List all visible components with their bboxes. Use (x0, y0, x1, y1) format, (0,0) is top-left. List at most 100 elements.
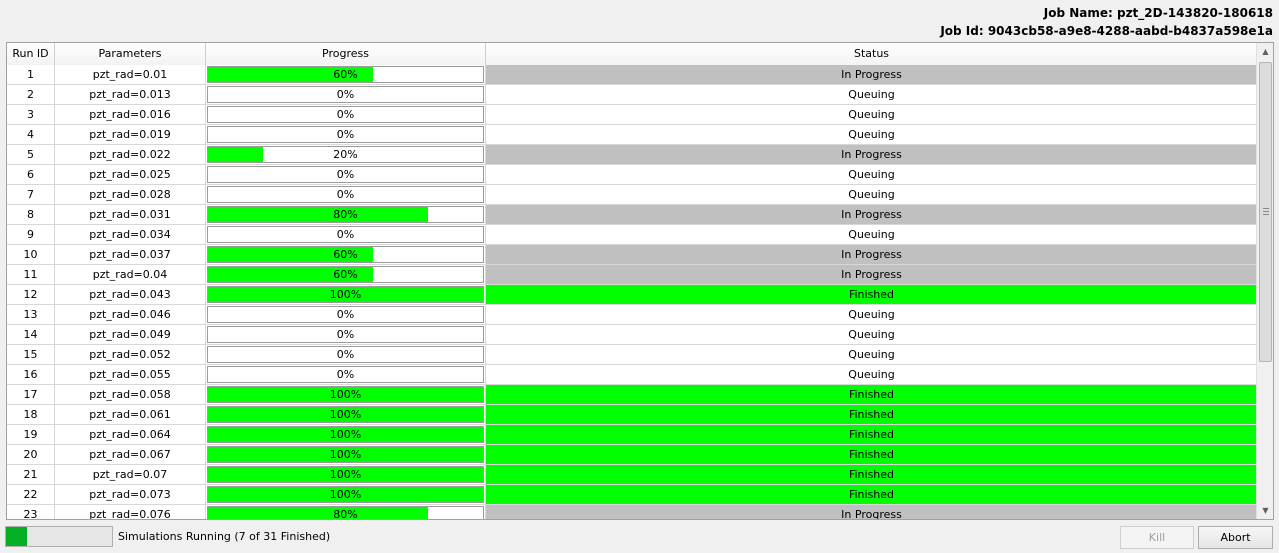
run-id-cell: 9 (7, 225, 55, 245)
run-progress-label: 0% (336, 348, 355, 361)
status-cell: In Progress (486, 265, 1257, 285)
status-cell: Finished (486, 465, 1257, 485)
run-progress-bar: 0% (207, 86, 484, 103)
table-row[interactable]: 9 pzt_rad=0.034 0% Queuing (7, 225, 1257, 245)
footer-bar: Simulations Running (7 of 31 Finished) K… (0, 521, 1279, 553)
run-progress-label: 0% (336, 368, 355, 381)
table-row[interactable]: 4 pzt_rad=0.019 0% Queuing (7, 125, 1257, 145)
run-progress-label: 0% (336, 308, 355, 321)
table-row[interactable]: 3 pzt_rad=0.016 0% Queuing (7, 105, 1257, 125)
kill-simulation-button[interactable]: Kill Simulation (1120, 526, 1194, 553)
run-id-cell: 8 (7, 205, 55, 225)
column-header-parameters[interactable]: Parameters (55, 43, 206, 65)
run-id-cell: 3 (7, 105, 55, 125)
down-arrow-icon[interactable]: ▼ (1257, 502, 1273, 519)
table-row[interactable]: 19 pzt_rad=0.064 100% Finished (7, 425, 1257, 445)
progress-cell: 60% (206, 265, 486, 285)
column-header-run-id[interactable]: Run ID (7, 43, 55, 65)
table-row[interactable]: 2 pzt_rad=0.013 0% Queuing (7, 85, 1257, 105)
parameters-cell: pzt_rad=0.013 (55, 85, 206, 105)
run-progress-label: 60% (333, 68, 358, 81)
run-progress-label: 0% (336, 188, 355, 201)
run-progress-bar: 0% (207, 186, 484, 203)
run-progress-label: 0% (336, 328, 355, 341)
run-progress-bar: 100% (207, 486, 484, 503)
status-cell: Queuing (486, 105, 1257, 125)
status-cell: Finished (486, 405, 1257, 425)
parameters-cell: pzt_rad=0.061 (55, 405, 206, 425)
vertical-scrollbar[interactable]: ▲ ▼ (1256, 43, 1273, 519)
table-row[interactable]: 16 pzt_rad=0.055 0% Queuing (7, 365, 1257, 385)
table-row[interactable]: 12 pzt_rad=0.043 100% Finished (7, 285, 1257, 305)
run-id-cell: 16 (7, 365, 55, 385)
run-progress-label: 100% (329, 428, 362, 441)
status-cell: Queuing (486, 325, 1257, 345)
status-cell: Queuing (486, 125, 1257, 145)
table-row[interactable]: 13 pzt_rad=0.046 0% Queuing (7, 305, 1257, 325)
progress-cell: 0% (206, 345, 486, 365)
run-progress-bar: 0% (207, 326, 484, 343)
table-row[interactable]: 23 pzt_rad=0.076 80% In Progress (7, 505, 1257, 520)
run-id-cell: 4 (7, 125, 55, 145)
parameters-cell: pzt_rad=0.067 (55, 445, 206, 465)
status-cell: In Progress (486, 205, 1257, 225)
table-row[interactable]: 1 pzt_rad=0.01 60% In Progress (7, 65, 1257, 85)
run-id-cell: 15 (7, 345, 55, 365)
table-row[interactable]: 14 pzt_rad=0.049 0% Queuing (7, 325, 1257, 345)
table-row[interactable]: 6 pzt_rad=0.025 0% Queuing (7, 165, 1257, 185)
table-row[interactable]: 22 pzt_rad=0.073 100% Finished (7, 485, 1257, 505)
scrollbar-thumb[interactable] (1259, 62, 1272, 362)
status-cell: Finished (486, 445, 1257, 465)
run-progress-bar: 100% (207, 286, 484, 303)
abort-button[interactable]: Abort (1198, 526, 1273, 549)
table-row[interactable]: 8 pzt_rad=0.031 80% In Progress (7, 205, 1257, 225)
parameters-cell: pzt_rad=0.028 (55, 185, 206, 205)
status-cell: Queuing (486, 345, 1257, 365)
progress-cell: 80% (206, 205, 486, 225)
status-cell: Queuing (486, 365, 1257, 385)
parameters-cell: pzt_rad=0.058 (55, 385, 206, 405)
job-info: Job Name: pzt_2D-143820-180618 Job Id: 9… (940, 4, 1273, 40)
status-cell: Queuing (486, 225, 1257, 245)
run-progress-bar: 100% (207, 406, 484, 423)
progress-cell: 0% (206, 125, 486, 145)
run-progress-bar: 80% (207, 506, 484, 520)
table-row[interactable]: 21 pzt_rad=0.07 100% Finished (7, 465, 1257, 485)
parameters-cell: pzt_rad=0.037 (55, 245, 206, 265)
status-cell: Queuing (486, 185, 1257, 205)
table-row[interactable]: 5 pzt_rad=0.022 20% In Progress (7, 145, 1257, 165)
table-row[interactable]: 10 pzt_rad=0.037 60% In Progress (7, 245, 1257, 265)
status-cell: Finished (486, 485, 1257, 505)
run-progress-bar: 60% (207, 266, 484, 283)
status-cell: In Progress (486, 505, 1257, 519)
run-id-cell: 18 (7, 405, 55, 425)
parameters-cell: pzt_rad=0.055 (55, 365, 206, 385)
table-row[interactable]: 20 pzt_rad=0.067 100% Finished (7, 445, 1257, 465)
parameters-cell: pzt_rad=0.019 (55, 125, 206, 145)
progress-cell: 0% (206, 105, 486, 125)
run-progress-label: 0% (336, 88, 355, 101)
progress-cell: 60% (206, 65, 486, 85)
table-row[interactable]: 18 pzt_rad=0.061 100% Finished (7, 405, 1257, 425)
run-progress-label: 0% (336, 108, 355, 121)
job-id-label: Job Id: 9043cb58-a9e8-4288-aabd-b4837a59… (940, 24, 1273, 38)
table-row[interactable]: 17 pzt_rad=0.058 100% Finished (7, 385, 1257, 405)
run-progress-label: 20% (333, 148, 358, 161)
run-progress-label: 60% (333, 248, 358, 261)
progress-cell: 100% (206, 385, 486, 405)
simulation-monitor-window: Job Name: pzt_2D-143820-180618 Job Id: 9… (0, 0, 1279, 553)
run-id-cell: 7 (7, 185, 55, 205)
run-progress-label: 100% (329, 468, 362, 481)
table-row[interactable]: 7 pzt_rad=0.028 0% Queuing (7, 185, 1257, 205)
parameters-cell: pzt_rad=0.016 (55, 105, 206, 125)
run-id-cell: 21 (7, 465, 55, 485)
parameters-cell: pzt_rad=0.049 (55, 325, 206, 345)
column-header-status[interactable]: Status (486, 43, 1257, 65)
progress-cell: 60% (206, 245, 486, 265)
up-arrow-icon[interactable]: ▲ (1257, 43, 1273, 60)
column-header-progress[interactable]: Progress (206, 43, 486, 65)
run-progress-label: 80% (333, 508, 358, 520)
table-row[interactable]: 11 pzt_rad=0.04 60% In Progress (7, 265, 1257, 285)
table-row[interactable]: 15 pzt_rad=0.052 0% Queuing (7, 345, 1257, 365)
progress-cell: 0% (206, 305, 486, 325)
